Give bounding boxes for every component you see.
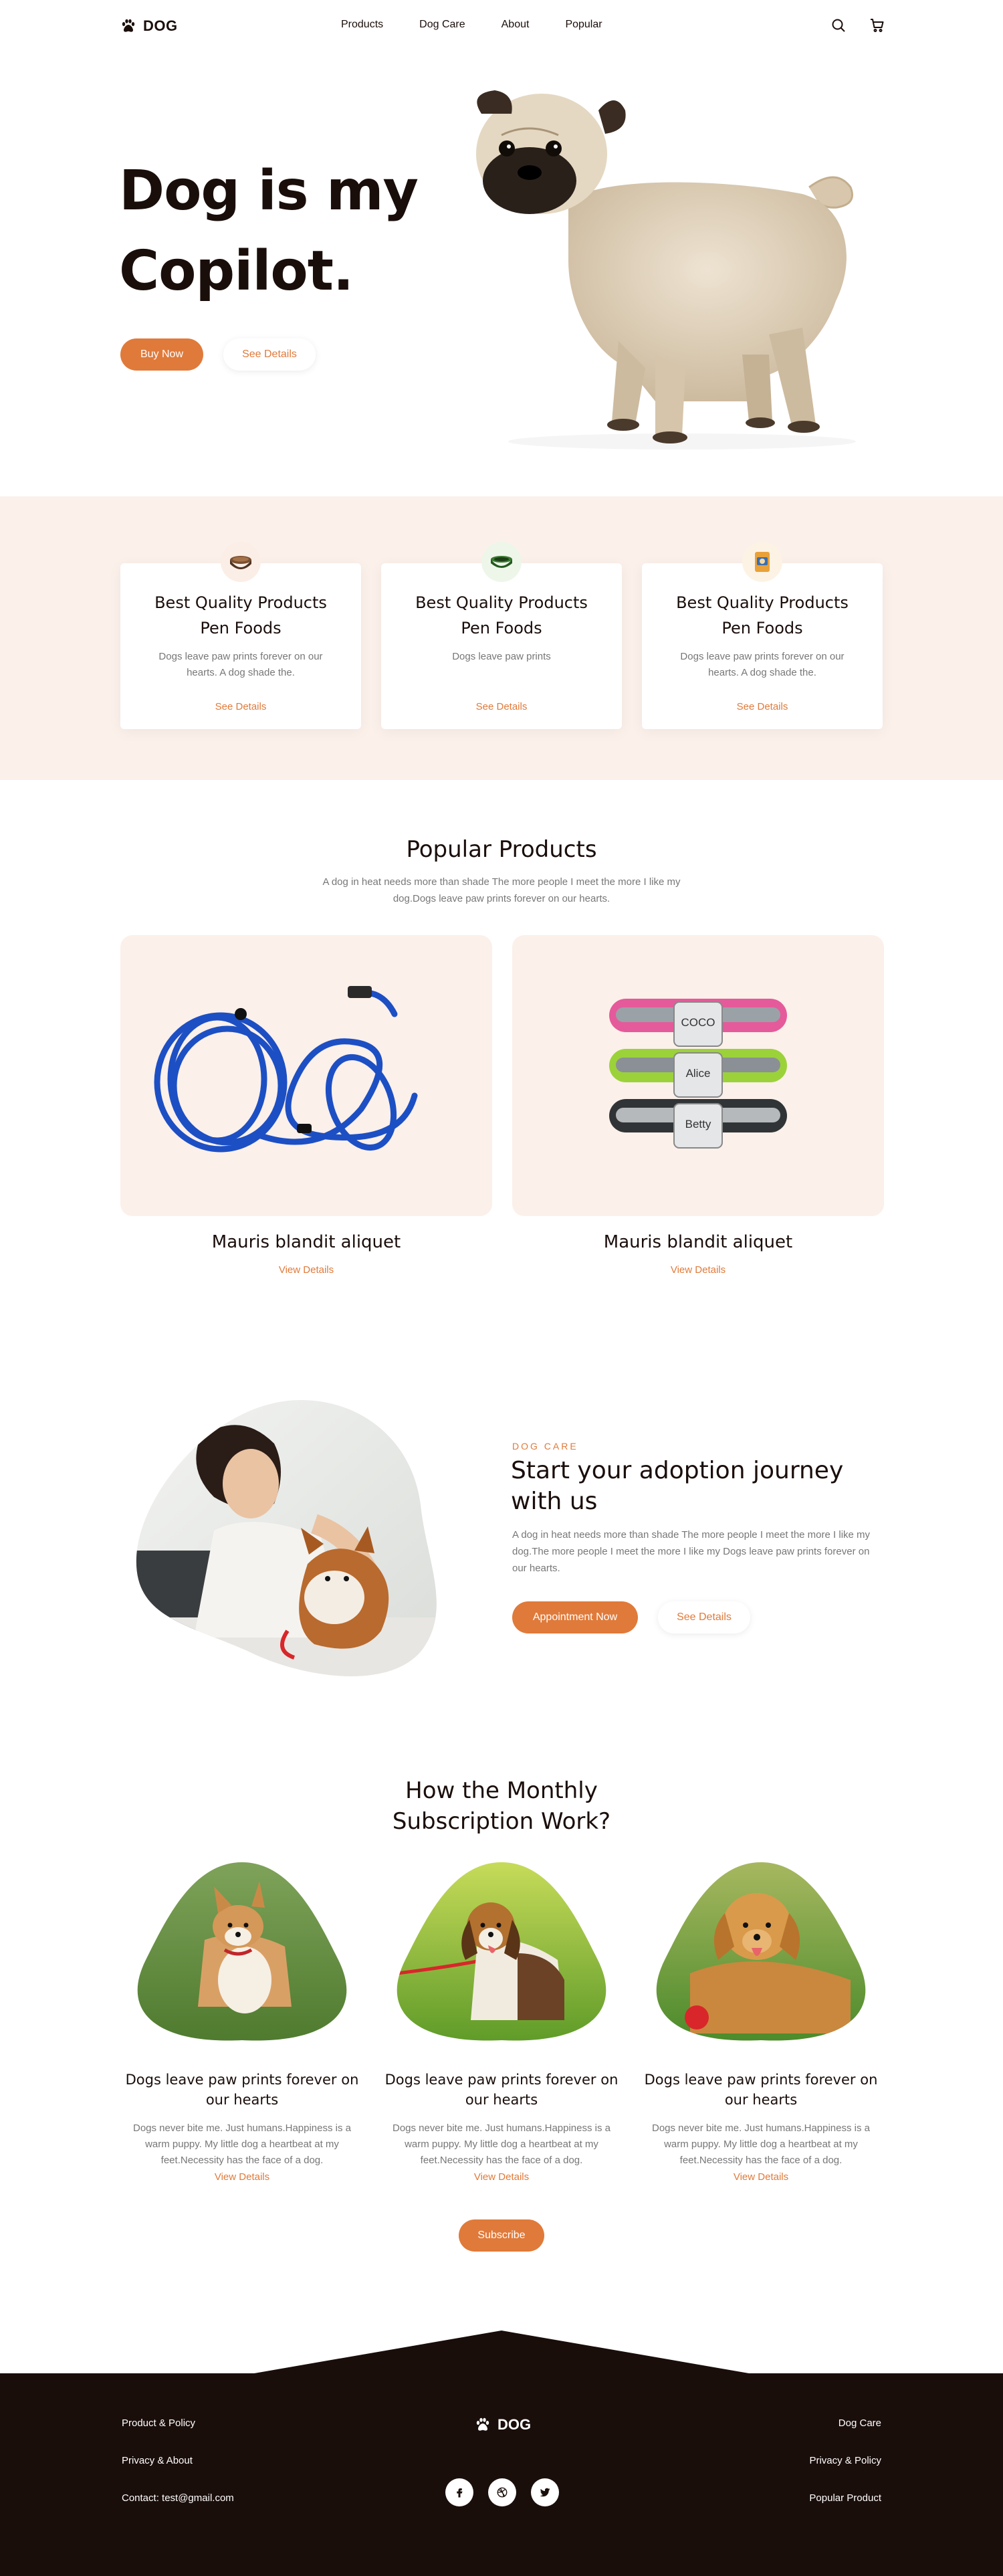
feature-title: Best Quality Products Pen Foods [134, 590, 348, 641]
hero-title-line2: Copilot. [119, 239, 354, 303]
nav-links: Products Dog Care About Popular [341, 19, 602, 31]
nav-link-popular[interactable]: Popular [565, 19, 602, 31]
footer-link-dog-care[interactable]: Dog Care [839, 2417, 881, 2429]
feature-card: Best Quality Products Pen Foods Dogs lea… [381, 542, 622, 729]
subscribe-button[interactable]: Subscribe [459, 2219, 544, 2252]
golden-retriever-image [656, 1862, 866, 2041]
search-icon[interactable] [830, 17, 847, 33]
logo-text: DOG [143, 17, 178, 34]
product-view-details-link[interactable]: View Details [512, 1264, 884, 1276]
subscription-card-title: Dogs leave paw prints forever on our hea… [125, 2072, 359, 2108]
hero-see-details-button[interactable]: See Details [223, 338, 316, 371]
paw-icon [476, 2417, 489, 2431]
footer-link-privacy-policy[interactable]: Privacy & Policy [809, 2455, 881, 2466]
subscription-card-desc: Dogs never bite me. Just humans.Happines… [652, 2122, 870, 2166]
product-card-leash[interactable] [120, 935, 492, 1216]
feature-desc: Dogs leave paw prints forever on our hea… [680, 651, 845, 678]
vet-with-dog-image [136, 1399, 437, 1676]
feature-title-line2: Pen Foods [200, 619, 282, 637]
feature-title-line1: Best Quality Products [415, 593, 588, 612]
dribbble-icon[interactable] [488, 2478, 516, 2506]
nav-link-about[interactable]: About [502, 19, 530, 31]
footer-link-popular-product[interactable]: Popular Product [809, 2492, 881, 2504]
feature-see-details-link[interactable]: See Details [642, 701, 883, 712]
feature-title-line1: Best Quality Products [676, 593, 849, 612]
subscription-view-details-link[interactable]: View Details [634, 2171, 888, 2183]
subscription-card: Dogs leave paw prints forever on our hea… [115, 1860, 369, 2183]
subscription-card: Dogs leave paw prints forever on our hea… [634, 1860, 888, 2183]
adoption-see-details-button[interactable]: See Details [658, 1601, 750, 1633]
feature-see-details-link[interactable]: See Details [381, 701, 622, 712]
adoption-desc: A dog in heat needs more than shade The … [512, 1529, 871, 1574]
twitter-icon[interactable] [531, 2478, 559, 2506]
subscription-view-details-link[interactable]: View Details [374, 2171, 629, 2183]
collar-tag-betty: Betty [685, 1118, 711, 1130]
top-nav: DOG Products Dog Care About Popular [0, 0, 1003, 54]
subscription-title: How the Monthly Subscription Work? [0, 1775, 1003, 1837]
subscription-card: Dogs leave paw prints forever on our hea… [374, 1860, 629, 2183]
corgi-image [137, 1862, 347, 2041]
subscription-card-desc: Dogs never bite me. Just humans.Happines… [393, 2122, 610, 2166]
subscription-title-line2: Subscription Work? [392, 1808, 611, 1835]
product-view-details-link[interactable]: View Details [120, 1264, 492, 1276]
green-bowl-icon [481, 542, 522, 582]
food-bag-icon [742, 542, 782, 582]
product-card-collars[interactable]: COCO Alice Betty [512, 935, 884, 1216]
subscription-card-desc: Dogs never bite me. Just humans.Happines… [133, 2122, 351, 2166]
subscription-card-title: Dogs leave paw prints forever on our hea… [384, 2072, 619, 2108]
feature-card: Best Quality Products Pen Foods Dogs lea… [642, 542, 883, 729]
appointment-now-button[interactable]: Appointment Now [512, 1601, 638, 1633]
feature-desc: Dogs leave paw prints forever on our hea… [158, 651, 323, 678]
footer-link-privacy-about[interactable]: Privacy & About [122, 2455, 193, 2466]
feature-desc: Dogs leave paw prints [452, 651, 551, 662]
nav-link-products[interactable]: Products [341, 19, 383, 31]
cart-icon[interactable] [869, 17, 885, 33]
collar-tag-alice: Alice [686, 1067, 711, 1080]
popular-title: Popular Products [406, 836, 597, 863]
buy-now-button[interactable]: Buy Now [120, 338, 203, 371]
popular-subtitle: A dog in heat needs more than shade The … [322, 876, 681, 904]
paw-icon [122, 19, 135, 32]
footer-contact[interactable]: Contact: test@gmail.com [122, 2492, 234, 2504]
adoption-title: Start your adoption journey with us [511, 1457, 844, 1515]
feature-card: Best Quality Products Pen Foods Dogs lea… [120, 542, 361, 729]
feature-title-line2: Pen Foods [461, 619, 542, 637]
subscription-title-line1: How the Monthly [405, 1777, 598, 1804]
hero-pug-image [476, 90, 856, 450]
feature-title: Best Quality Products Pen Foods [395, 590, 608, 641]
adoption-eyebrow: DOG CARE [512, 1441, 578, 1452]
nav-icons [830, 17, 885, 33]
collar-tag-coco: COCO [681, 1016, 715, 1029]
nav-link-dog-care[interactable]: Dog Care [419, 19, 465, 31]
feature-see-details-link[interactable]: See Details [120, 701, 361, 712]
facebook-icon[interactable] [445, 2478, 473, 2506]
subscription-card-title: Dogs leave paw prints forever on our hea… [644, 2072, 878, 2108]
product-name: Mauris blandit aliquet [603, 1232, 793, 1252]
footer-logo[interactable]: DOG [475, 2416, 531, 2434]
product-name: Mauris blandit aliquet [211, 1232, 401, 1252]
food-bowl-icon [221, 542, 261, 582]
hero-title: Dog is my Copilot. [119, 151, 493, 312]
footer-logo-text: DOG [497, 2416, 532, 2433]
blue-leash-image [154, 986, 418, 1153]
feature-title-line1: Best Quality Products [154, 593, 327, 612]
subscription-view-details-link[interactable]: View Details [115, 2171, 369, 2183]
hero-title-line1: Dog is my [119, 159, 419, 223]
logo[interactable]: DOG [120, 17, 178, 35]
feature-title-line2: Pen Foods [721, 619, 803, 637]
footer-link-product-policy[interactable]: Product & Policy [122, 2417, 195, 2429]
footer-background [0, 2331, 1003, 2576]
beagle-image [397, 1862, 606, 2041]
feature-title: Best Quality Products Pen Foods [655, 590, 869, 641]
dog-collars-image: COCO Alice Betty [609, 999, 787, 1149]
